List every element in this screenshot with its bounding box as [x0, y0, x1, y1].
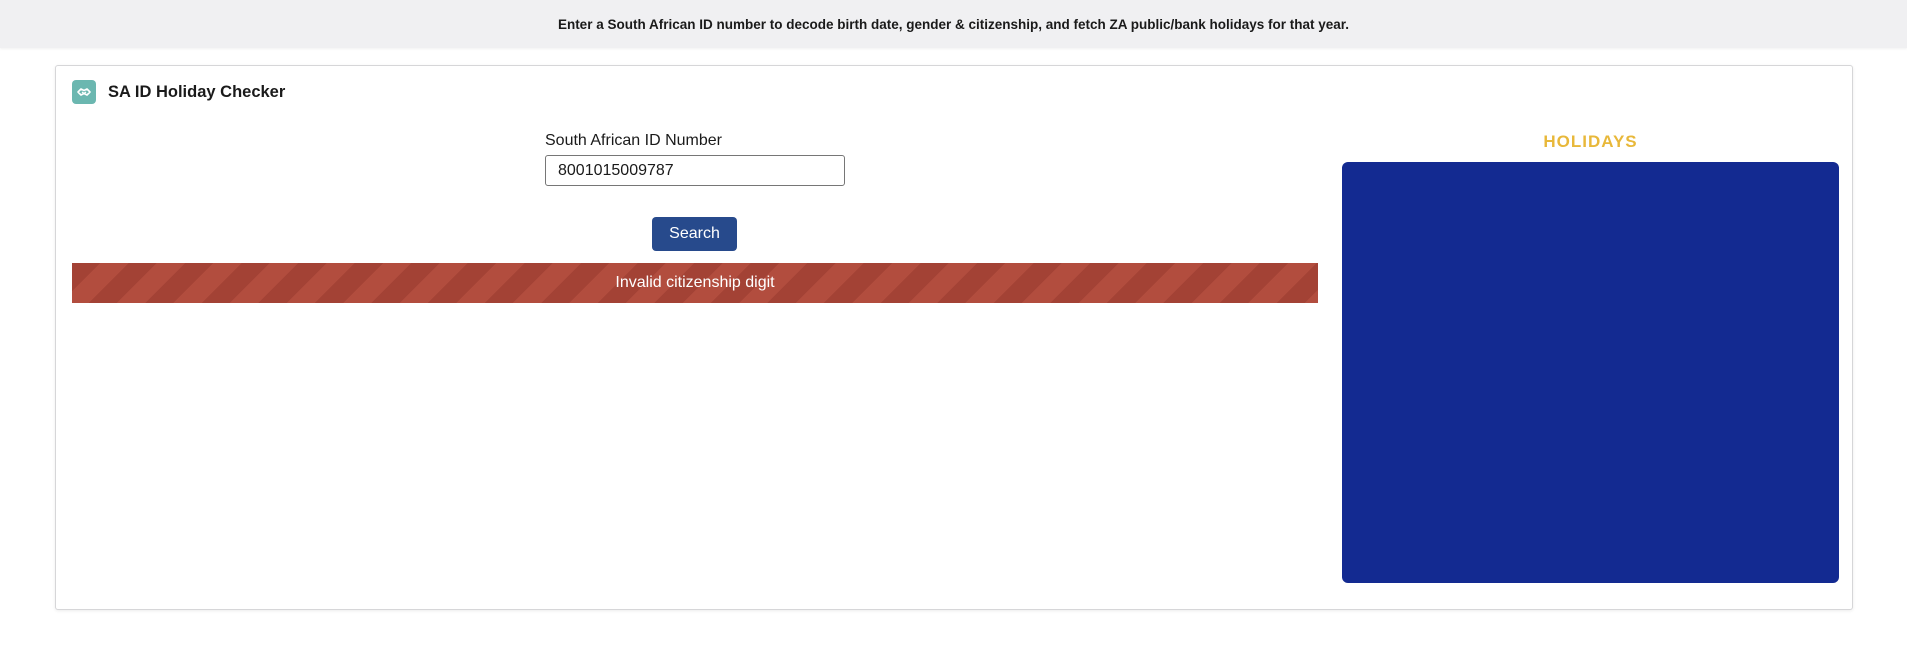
id-number-input[interactable]	[545, 155, 845, 186]
instruction-banner: Enter a South African ID number to decod…	[0, 0, 1907, 48]
holidays-panel	[1342, 162, 1839, 583]
handshake-icon	[72, 80, 96, 104]
app-title: SA ID Holiday Checker	[108, 82, 286, 101]
search-button[interactable]: Search	[652, 217, 737, 251]
card-header: SA ID Holiday Checker	[72, 80, 285, 104]
error-message-bar: Invalid citizenship digit	[72, 263, 1318, 303]
error-message: Invalid citizenship digit	[615, 274, 775, 291]
holidays-heading: HOLIDAYS	[1543, 132, 1638, 151]
id-form: South African ID Number	[545, 132, 845, 186]
main-card: SA ID Holiday Checker South African ID N…	[55, 65, 1853, 610]
id-number-label: South African ID Number	[545, 132, 722, 149]
instruction-text: Enter a South African ID number to decod…	[557, 16, 1350, 32]
